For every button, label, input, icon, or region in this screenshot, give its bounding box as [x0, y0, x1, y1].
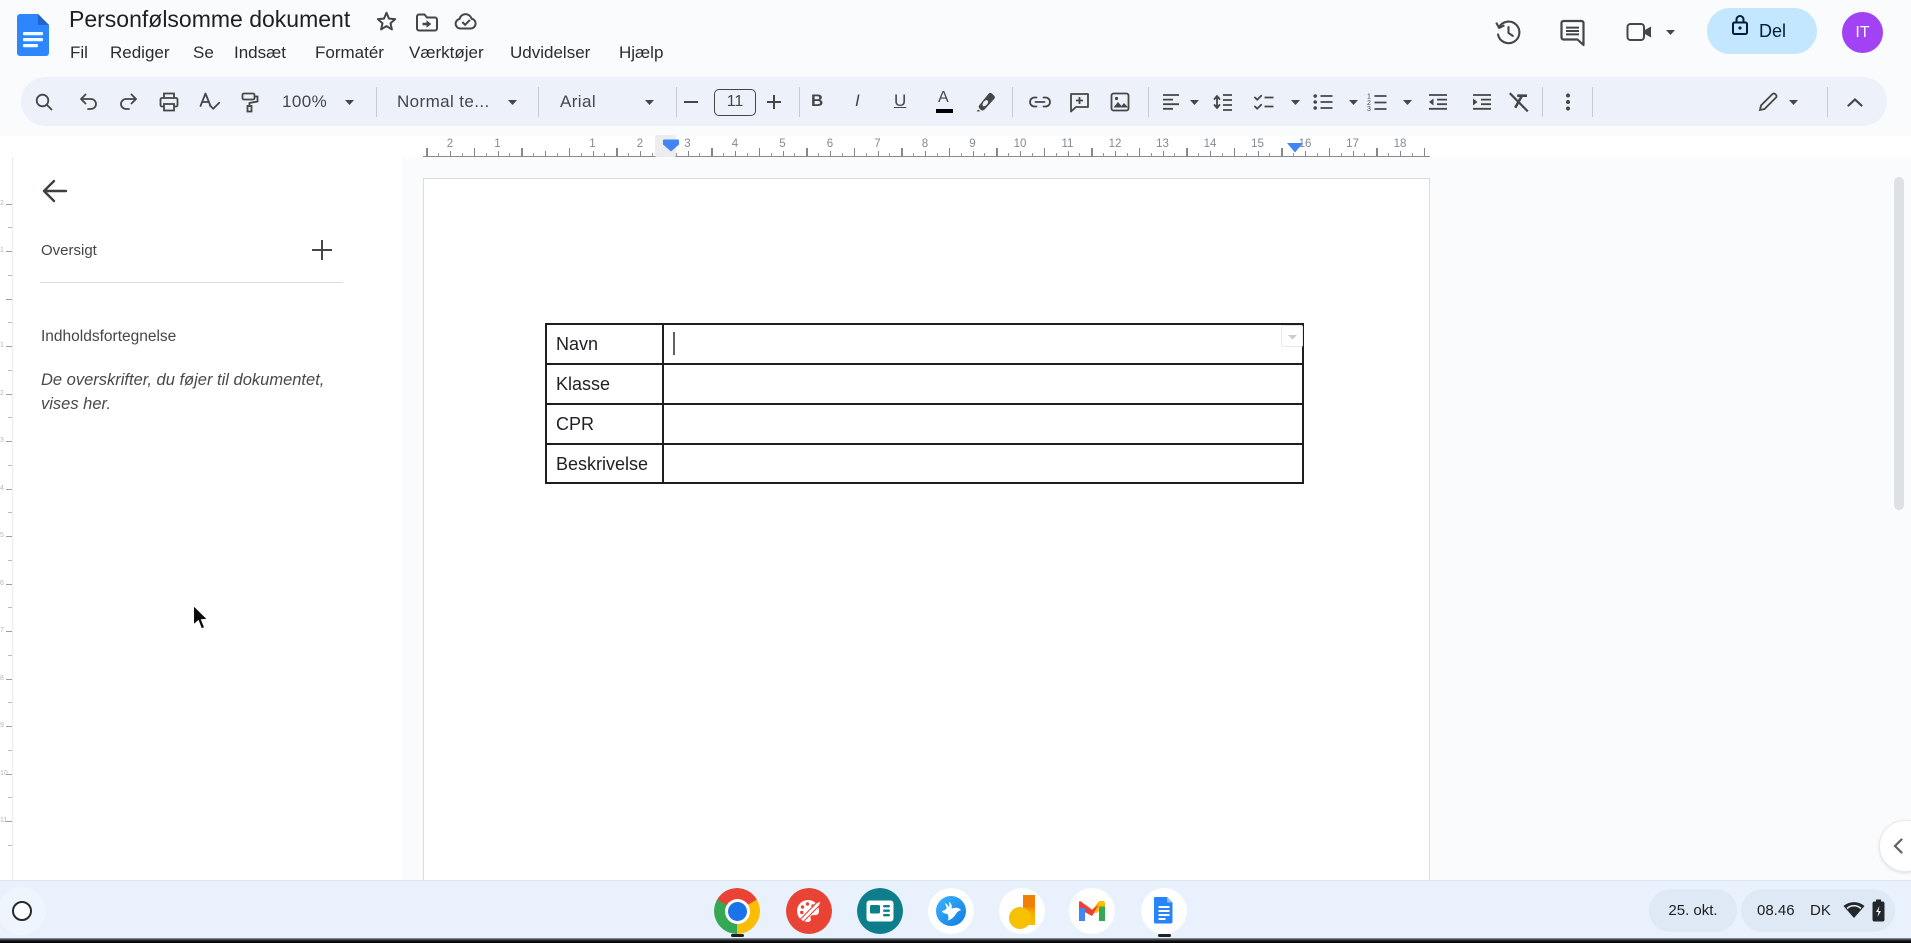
svg-text:3: 3 [1367, 106, 1371, 111]
